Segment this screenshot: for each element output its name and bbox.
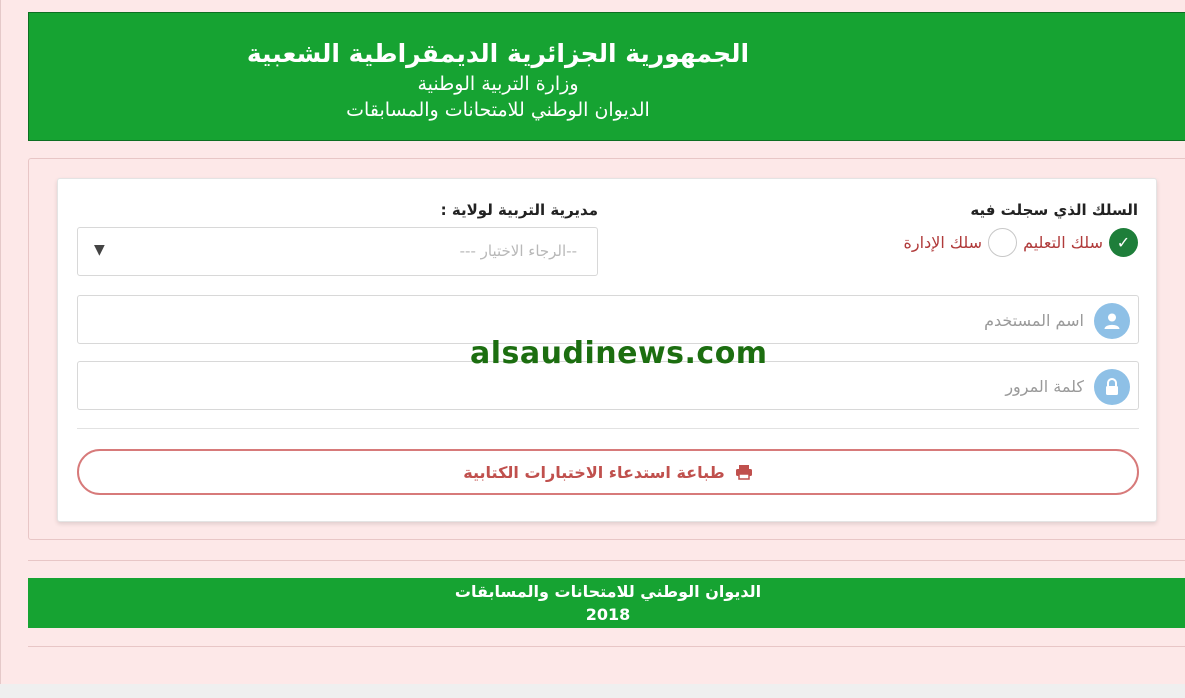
ministry-name: وزارة التربية الوطنية [417, 73, 579, 95]
footer-office-name: الديوان الوطني للامتحانات والمسابقات [454, 582, 762, 601]
radio-administration[interactable] [988, 227, 1018, 257]
password-placeholder: كلمة المرور [1005, 377, 1084, 396]
corps-radio-group: ✓ سلك التعليم سلك الإدارة [902, 227, 1138, 257]
footer-year: 2018 [585, 605, 631, 624]
header-banner: الجمهورية الجزائرية الديمقراطية الشعبية … [28, 12, 1185, 141]
print-convocation-button[interactable]: طباعة استدعاء الاختبارات الكتابية [77, 449, 1139, 495]
watermark-text: alsaudinews.com [470, 336, 768, 371]
caret-down-icon: ▼ [94, 242, 105, 258]
office-name: الديوان الوطني للامتحانات والمسابقات [346, 99, 650, 121]
bottom-strip [0, 684, 1185, 698]
directorate-select[interactable]: --الرجاء الاختيار --- ▼ [77, 227, 598, 276]
corps-label: السلك الذي سجلت فيه [970, 201, 1138, 219]
lock-icon [1094, 369, 1130, 405]
radio-teaching-label[interactable]: سلك التعليم [1023, 233, 1103, 252]
radio-administration-label[interactable]: سلك الإدارة [904, 233, 983, 252]
footer-banner: الديوان الوطني للامتحانات والمسابقات 201… [28, 578, 1185, 628]
print-button-label: طباعة استدعاء الاختبارات الكتابية [463, 462, 725, 482]
separator [28, 646, 1185, 647]
separator [28, 560, 1185, 561]
form-divider [77, 428, 1139, 429]
username-placeholder: اسم المستخدم [984, 311, 1084, 330]
directorate-label: مديرية التربية لولاية : [440, 201, 598, 219]
check-icon: ✓ [1116, 232, 1131, 252]
radio-teaching[interactable]: ✓ [1109, 227, 1138, 257]
user-icon [1094, 303, 1130, 339]
print-icon [735, 464, 753, 480]
directorate-placeholder: --الرجاء الاختيار --- [459, 242, 577, 260]
republic-title: الجمهورية الجزائرية الديمقراطية الشعبية [246, 39, 750, 68]
